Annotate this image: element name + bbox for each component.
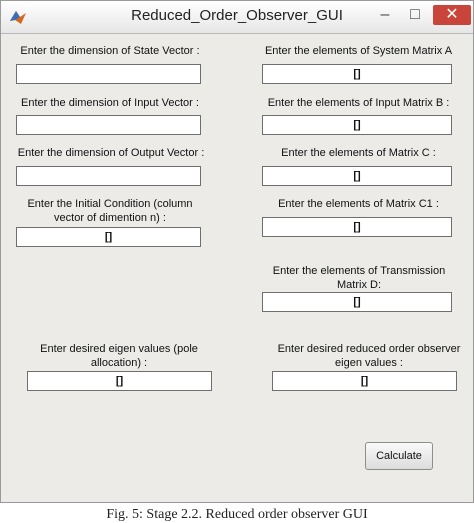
maximize-icon[interactable]: □	[403, 5, 427, 25]
input-vector-label: Enter the dimension of Input Vector :	[21, 97, 199, 109]
matrix-d-label: Enter the elements of Transmission Matri…	[272, 265, 446, 291]
minimize-icon[interactable]: –	[373, 5, 397, 25]
matrix-c-input[interactable]: []	[262, 166, 452, 186]
figure-caption: Fig. 5: Stage 2.2. Reduced order observe…	[106, 507, 368, 522]
matrix-c-label: Enter the elements of Matrix C :	[281, 147, 436, 159]
observer-eigen-label: Enter desired reduced order observer eig…	[277, 343, 461, 369]
output-vector-input[interactable]	[16, 166, 201, 186]
title-bar: Reduced_Order_Observer_GUI – □ ✕	[1, 1, 473, 34]
eigen-values-label: Enter desired eigen values (pole allocat…	[40, 343, 198, 369]
matrix-b-label: Enter the elements of Input Matrix B :	[267, 97, 450, 109]
observer-eigen-input[interactable]: []	[272, 371, 457, 391]
matrix-b-input[interactable]: []	[262, 115, 452, 135]
matrix-a-input[interactable]: []	[262, 64, 452, 84]
matrix-c1-input[interactable]: []	[262, 217, 452, 237]
matrix-a-label: Enter the elements of System Matrix A	[264, 45, 453, 57]
eigen-values-input[interactable]: []	[27, 371, 212, 391]
close-icon[interactable]: ✕	[433, 5, 471, 25]
calculate-button[interactable]: Calculate	[365, 442, 433, 470]
input-vector-input[interactable]	[16, 115, 201, 135]
matrix-d-input[interactable]: []	[262, 292, 452, 312]
initial-condition-input[interactable]: []	[16, 227, 201, 247]
initial-condition-label: Enter the Initial Condition (column vect…	[27, 198, 193, 224]
state-vector-input[interactable]	[16, 64, 201, 84]
output-vector-label: Enter the dimension of Output Vector :	[17, 147, 205, 159]
state-vector-label: Enter the dimension of State Vector :	[20, 45, 200, 57]
matrix-c1-label: Enter the elements of Matrix C1 :	[278, 198, 439, 210]
gui-window: Reduced_Order_Observer_GUI – □ ✕ Enter t…	[0, 0, 474, 503]
